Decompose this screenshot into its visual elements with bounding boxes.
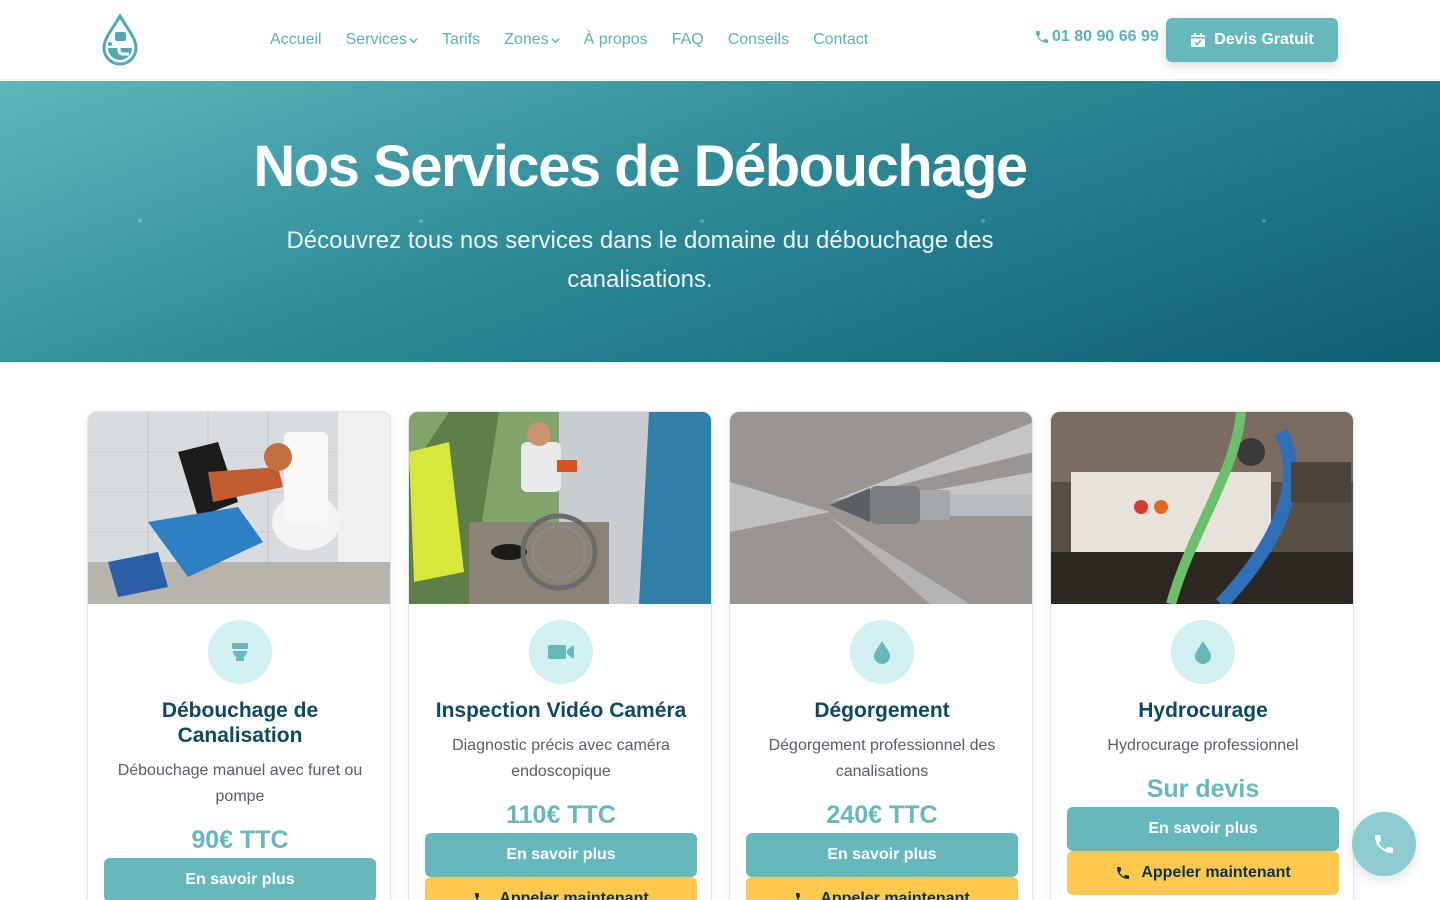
service-price: 240€ TTC [826,801,938,829]
service-image [409,412,711,604]
nav-tarifs[interactable]: Tarifs [442,31,480,49]
nav-label: Contact [813,31,869,48]
nav-label: Conseils [727,31,790,48]
nav-a-propos[interactable]: À propos [584,31,648,49]
decorative-dot [138,219,142,223]
en-savoir-plus-button[interactable]: En savoir plus [425,833,697,877]
appeler-maintenant-button[interactable]: Appeler maintenant [746,877,1018,900]
service-price: 90€ TTC [191,826,289,854]
service-description: Hydrocurage professionnel [1107,737,1299,754]
appeler-maintenant-button[interactable]: Appeler maintenant [1067,851,1339,895]
decorative-dot [1262,219,1266,223]
toilet-icon [208,620,272,684]
site-header: Accueil Services Tarifs Zones À propos F… [0,0,1440,80]
appeler-maintenant-button[interactable]: Appeler maintenant [425,877,697,900]
hero-banner: Nos Services de Débouchage Découvrez tou… [0,81,1440,362]
logo[interactable] [100,12,140,66]
nav-conseils[interactable]: Conseils [728,31,789,49]
service-card-hydrocurage: Hydrocurage Hydrocurage professionnel Su… [1050,411,1354,900]
devis-label: Devis Gratuit [1214,31,1314,48]
phone-number: 01 80 90 66 99 [1052,28,1159,45]
service-description: Diagnostic précis avec caméra endoscopiq… [452,737,670,780]
page-subtitle: Découvrez tous nos services dans le doma… [286,227,994,293]
calendar-check-icon [1191,33,1206,47]
nav-label: FAQ [671,31,704,48]
service-title: Hydrocurage [1138,699,1268,722]
phone-icon [1117,867,1130,879]
floating-call-button[interactable] [1352,812,1416,876]
chevron-down-icon [409,37,418,43]
phone-icon [1375,835,1393,853]
en-savoir-plus-button[interactable]: En savoir plus [1067,807,1339,851]
service-image [730,412,1032,604]
nav-accueil[interactable]: Accueil [270,31,322,49]
service-title: Dégorgement [814,699,950,722]
video-camera-icon [529,620,593,684]
main-nav: Accueil Services Tarifs Zones À propos F… [270,0,868,80]
nav-zones[interactable]: Zones [504,31,560,49]
water-drop-icon [1171,620,1235,684]
service-price: Sur devis [1146,775,1260,803]
call-label: Appeler maintenant [820,890,970,900]
en-savoir-plus-button[interactable]: En savoir plus [104,858,376,900]
call-label: Appeler maintenant [499,890,649,900]
nav-label: Zones [504,31,549,48]
water-drop-icon [850,620,914,684]
phone-icon [1036,31,1048,43]
service-price: 110€ TTC [506,801,616,829]
nav-faq[interactable]: FAQ [672,31,704,49]
nav-label: Accueil [270,31,322,48]
service-image [1051,412,1353,604]
chevron-down-icon [551,37,560,43]
service-card-degorgement: Dégorgement Dégorgement professionnel de… [729,411,1033,900]
phone-icon [475,893,480,900]
header-phone-link[interactable]: 01 80 90 66 99 [1034,28,1159,46]
service-description: Débouchage manuel avec furet ou pompe [117,762,363,805]
service-title: Inspection Vidéo Caméra [435,699,687,722]
phone-icon [796,893,801,900]
service-card-inspection-video: Inspection Vidéo Caméra Diagnostic préci… [408,411,712,900]
nav-label: Tarifs [441,31,481,48]
service-description: Dégorgement professionnel des canalisati… [768,737,996,780]
nav-label: Services [345,31,407,48]
nav-contact[interactable]: Contact [813,31,868,49]
nav-services[interactable]: Services [346,31,418,49]
page-title: Nos Services de Débouchage [253,134,1028,199]
en-savoir-plus-button[interactable]: En savoir plus [746,833,1018,877]
service-title: Débouchage de Canalisation [161,699,319,747]
water-drop-logo-icon [102,12,138,66]
service-card-debouchage: Débouchage de Canalisation Débouchage ma… [87,411,391,900]
service-image [88,412,390,604]
devis-gratuit-button[interactable]: Devis Gratuit [1166,18,1338,62]
nav-label: À propos [583,31,648,48]
call-label: Appeler maintenant [1141,864,1291,881]
